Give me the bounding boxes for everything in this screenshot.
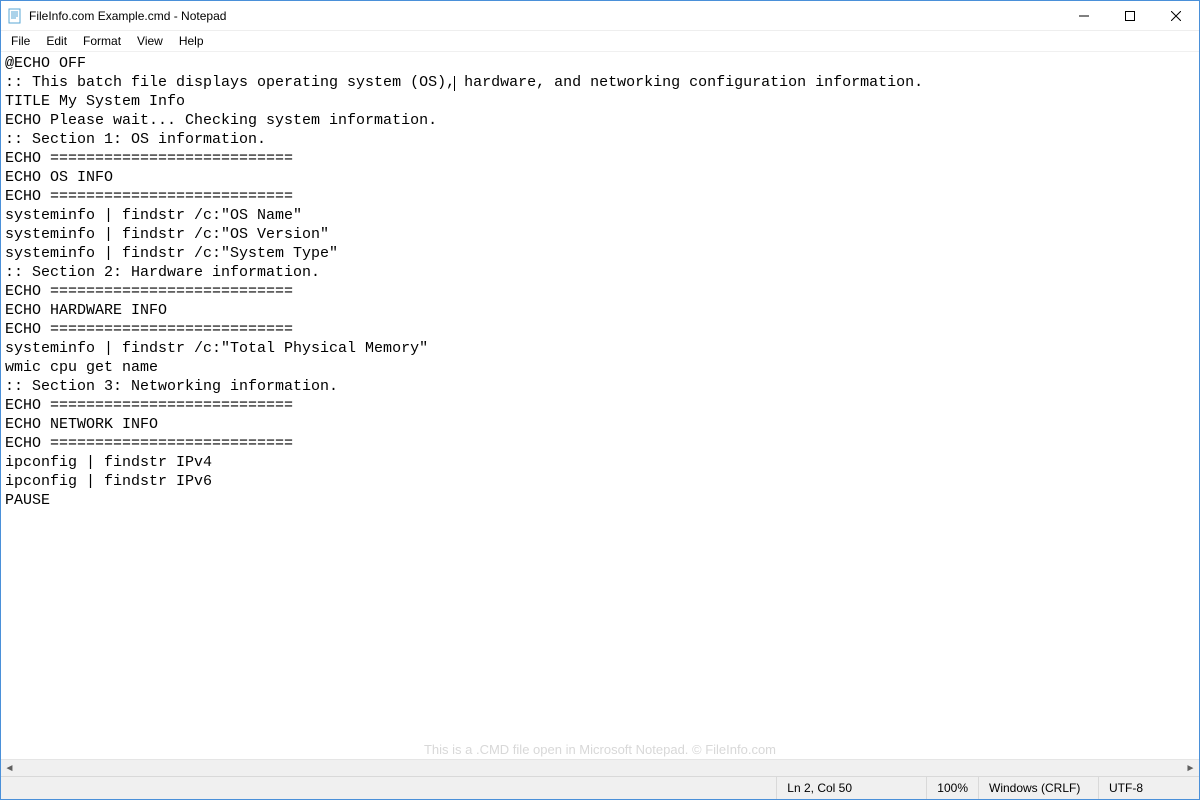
scroll-track[interactable] — [18, 760, 1182, 776]
status-zoom: 100% — [927, 777, 979, 799]
status-spacer — [1, 777, 777, 799]
maximize-button[interactable] — [1107, 1, 1153, 30]
title-bar: FileInfo.com Example.cmd - Notepad — [1, 1, 1199, 31]
horizontal-scrollbar[interactable]: ◄ ► — [1, 759, 1199, 776]
minimize-button[interactable] — [1061, 1, 1107, 30]
menu-edit[interactable]: Edit — [38, 32, 75, 50]
menu-bar: File Edit Format View Help — [1, 31, 1199, 52]
menu-view[interactable]: View — [129, 32, 171, 50]
status-position: Ln 2, Col 50 — [777, 777, 927, 799]
scroll-left-icon[interactable]: ◄ — [1, 760, 18, 777]
status-line-ending: Windows (CRLF) — [979, 777, 1099, 799]
status-bar: Ln 2, Col 50 100% Windows (CRLF) UTF-8 — [1, 776, 1199, 799]
status-encoding: UTF-8 — [1099, 777, 1199, 799]
text-editor[interactable]: @ECHO OFF :: This batch file displays op… — [1, 52, 1199, 759]
editor-container: @ECHO OFF :: This batch file displays op… — [1, 52, 1199, 776]
window-title: FileInfo.com Example.cmd - Notepad — [29, 9, 1061, 23]
menu-file[interactable]: File — [3, 32, 38, 50]
menu-format[interactable]: Format — [75, 32, 129, 50]
menu-help[interactable]: Help — [171, 32, 212, 50]
window-controls — [1061, 1, 1199, 30]
app-icon — [7, 8, 23, 24]
scroll-right-icon[interactable]: ► — [1182, 760, 1199, 777]
close-button[interactable] — [1153, 1, 1199, 30]
